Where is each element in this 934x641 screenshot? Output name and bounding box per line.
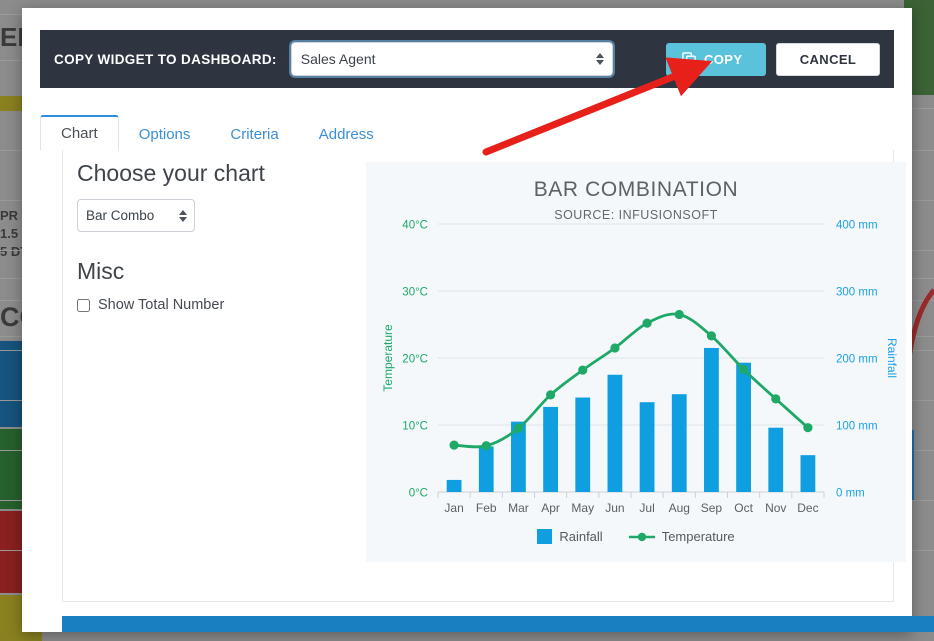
header-buttons: COPY CANCEL [666, 42, 880, 76]
tab-options[interactable]: Options [119, 118, 211, 151]
chart-settings-column: Choose your chart Bar Combo Misc Show To… [77, 160, 352, 313]
show-total-number-label: Show Total Number [98, 297, 225, 313]
tab-chart-label: Chart [61, 125, 98, 142]
bottom-blue-bar [62, 616, 934, 632]
chart-plot: 0°C 0 mm 10°C 100 mm 20°C 200 mm 30°C 300 mm 40°… [381, 220, 899, 516]
svg-text:Temperature: Temperature [381, 324, 395, 392]
chart-tab-panel: Choose your chart Bar Combo Misc Show To… [62, 150, 906, 602]
legend-item-rainfall: Rainfall [537, 529, 603, 544]
copy-button[interactable]: COPY [666, 42, 766, 76]
svg-text:Jun: Jun [605, 501, 624, 515]
copy-duplicate-icon [682, 51, 696, 67]
copy-widget-label: COPY WIDGET TO DASHBOARD: [54, 51, 277, 67]
modal-header: COPY WIDGET TO DASHBOARD: Sales Agent CO… [40, 30, 894, 88]
legend-label-temperature: Temperature [661, 529, 735, 544]
copy-button-label: COPY [704, 51, 743, 67]
cancel-button[interactable]: CANCEL [776, 42, 880, 76]
svg-text:30°C: 30°C [402, 287, 428, 299]
svg-text:Mar: Mar [508, 501, 529, 515]
legend-item-temperature: Temperature [628, 529, 735, 544]
tab-criteria[interactable]: Criteria [210, 118, 298, 151]
legend-label-rainfall: Rainfall [559, 529, 603, 544]
svg-text:400 mm: 400 mm [836, 220, 878, 232]
show-total-number-row[interactable]: Show Total Number [77, 297, 352, 313]
cancel-button-label: CANCEL [799, 51, 857, 67]
dashboard-select-wrapper: Sales Agent [288, 40, 615, 78]
tab-criteria-label: Criteria [230, 126, 279, 143]
svg-text:100 mm: 100 mm [836, 421, 878, 433]
chart-preview-card: BAR COMBINATION SOURCE: INFUSIONSOFT 0°C… [366, 162, 906, 562]
svg-text:0 mm: 0 mm [836, 488, 865, 500]
misc-heading: Misc [77, 258, 125, 284]
tab-bar: Chart Options Criteria Address [40, 113, 894, 151]
svg-text:200 mm: 200 mm [836, 354, 878, 366]
svg-text:0°C: 0°C [409, 488, 428, 500]
svg-text:Feb: Feb [476, 501, 497, 515]
tab-address[interactable]: Address [299, 118, 394, 151]
chart-type-select[interactable]: Bar Combo [77, 199, 195, 232]
legend-line-temperature-icon [628, 532, 655, 541]
chart-type-select-wrapper: Bar Combo [77, 199, 195, 232]
legend-swatch-rainfall [537, 529, 553, 544]
svg-text:May: May [571, 501, 594, 515]
svg-text:Oct: Oct [734, 501, 753, 515]
tab-chart[interactable]: Chart [40, 115, 119, 151]
svg-text:Dec: Dec [797, 501, 818, 515]
svg-text:300 mm: 300 mm [836, 287, 878, 299]
show-total-number-checkbox[interactable] [77, 298, 90, 312]
dashboard-select[interactable]: Sales Agent [288, 40, 615, 78]
chart-legend: Rainfall Temperature [366, 529, 906, 544]
svg-text:Aug: Aug [669, 501, 690, 515]
choose-chart-heading: Choose your chart [77, 160, 265, 186]
svg-text:20°C: 20°C [402, 354, 428, 366]
svg-text:40°C: 40°C [402, 220, 428, 232]
tab-options-label: Options [138, 126, 191, 143]
svg-text:Rainfall: Rainfall [885, 338, 899, 378]
svg-text:Jan: Jan [444, 501, 463, 515]
svg-text:Apr: Apr [541, 501, 560, 515]
svg-text:10°C: 10°C [402, 421, 428, 433]
copy-widget-modal: COPY WIDGET TO DASHBOARD: Sales Agent CO… [22, 8, 934, 632]
svg-text:Sep: Sep [701, 501, 723, 515]
tab-address-label: Address [318, 126, 374, 143]
svg-text:Jul: Jul [639, 501, 654, 515]
svg-text:Nov: Nov [765, 501, 786, 515]
